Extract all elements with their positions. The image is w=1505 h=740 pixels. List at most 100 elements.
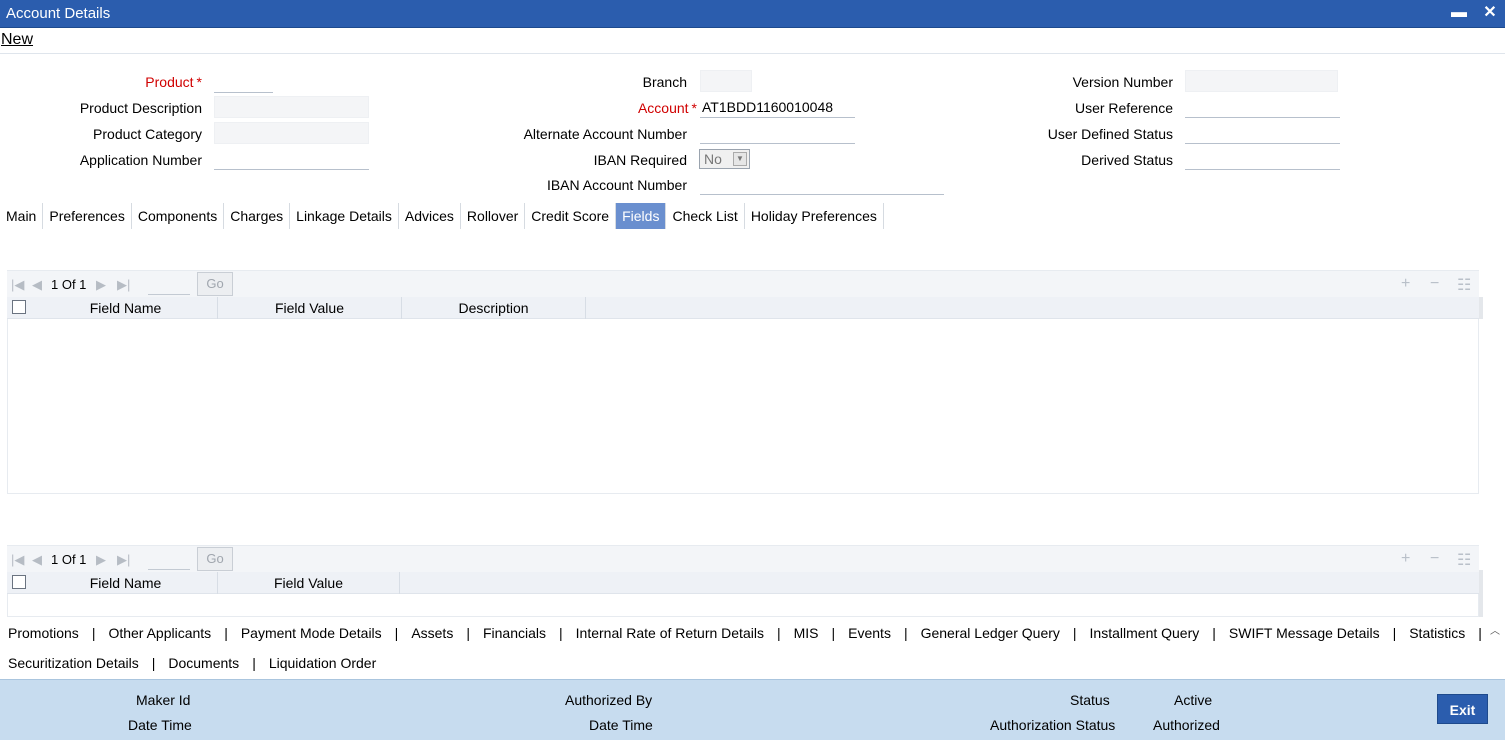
tab-preferences[interactable]: Preferences (43, 203, 132, 229)
link-installment-query[interactable]: Installment Query (1090, 625, 1200, 641)
link-promotions[interactable]: Promotions (8, 625, 79, 641)
delete-row-icon[interactable]: − (1430, 275, 1439, 293)
iban-required-value: No (704, 151, 722, 167)
chevron-down-icon[interactable]: ▼ (733, 152, 747, 166)
page-number-input[interactable] (148, 550, 190, 570)
branch-field (700, 70, 752, 92)
alternate-account-number-label: Alternate Account Number (523, 126, 687, 142)
link-events[interactable]: Events (848, 625, 891, 641)
field-values-grid-pager: |◀ ◀ 1 Of 1 ▶ ▶| Go + − ☷ (7, 546, 1479, 572)
go-button[interactable]: Go (197, 547, 233, 571)
tab-components[interactable]: Components (132, 203, 225, 229)
link-swift-message-details[interactable]: SWIFT Message Details (1229, 625, 1380, 641)
last-page-icon[interactable]: ▶| (117, 552, 130, 568)
link-financials[interactable]: Financials (483, 625, 546, 641)
derived-status-label: Derived Status (1081, 152, 1173, 168)
last-page-icon[interactable]: ▶| (117, 277, 130, 293)
user-defined-status-field[interactable] (1185, 122, 1340, 144)
authorization-status-label: Authorization Status (990, 717, 1116, 733)
product-label: Product * (145, 74, 202, 90)
tab-check-list[interactable]: Check List (666, 203, 745, 229)
minimize-icon[interactable]: ▬ (1449, 3, 1469, 23)
link-securitization-details[interactable]: Securitization Details (8, 655, 139, 671)
product-field[interactable] (214, 71, 273, 93)
new-button[interactable]: New (1, 31, 33, 49)
iban-required-label: IBAN Required (593, 152, 687, 168)
link-other-applicants[interactable]: Other Applicants (108, 625, 211, 641)
window-title: Account Details (6, 5, 111, 22)
view-single-icon[interactable]: ☷ (1457, 275, 1471, 295)
view-single-icon[interactable]: ☷ (1457, 550, 1471, 570)
close-icon[interactable]: ✕ (1480, 3, 1500, 23)
tab-linkage-details[interactable]: Linkage Details (290, 203, 399, 229)
column-field-value: Field Value (218, 297, 402, 319)
tab-rollover[interactable]: Rollover (461, 203, 526, 229)
link-internal-rate-of-return-details[interactable]: Internal Rate of Return Details (576, 625, 764, 641)
first-page-icon[interactable]: |◀ (11, 277, 24, 293)
subsystem-links-row-1: Promotions | Other Applicants | Payment Mode… (8, 625, 1482, 641)
product-category-label: Product Category (93, 126, 202, 142)
field-values-grid-scrollbar[interactable] (1479, 570, 1483, 617)
window-titlebar: Account Details ▬ ✕ (0, 0, 1505, 28)
link-liquidation-order[interactable]: Liquidation Order (269, 655, 376, 671)
select-all-checkbox[interactable] (12, 575, 26, 589)
application-number-field[interactable] (214, 148, 369, 170)
tab-advices[interactable]: Advices (399, 203, 461, 229)
tab-main[interactable]: Main (0, 203, 44, 229)
link-assets[interactable]: Assets (411, 625, 453, 641)
link-documents[interactable]: Documents (168, 655, 239, 671)
alternate-account-number-field[interactable] (700, 122, 855, 144)
page-indicator: 1 Of 1 (51, 277, 87, 292)
next-page-icon[interactable]: ▶ (96, 552, 106, 568)
status-value: Active (1174, 692, 1213, 708)
status-label: Status (1070, 692, 1110, 708)
column-field-name: Field Name (34, 297, 218, 319)
toolbar (0, 28, 1505, 54)
first-page-icon[interactable]: |◀ (11, 552, 24, 568)
derived-status-field[interactable] (1185, 148, 1340, 170)
delete-row-icon[interactable]: − (1430, 550, 1439, 568)
application-number-label: Application Number (79, 152, 202, 168)
previous-page-icon[interactable]: ◀ (32, 277, 42, 293)
tab-credit-score[interactable]: Credit Score (525, 203, 617, 229)
audit-status-bar: Maker Id Date Time Authorized By Date Ti… (0, 679, 1505, 740)
branch-label: Branch (642, 74, 687, 90)
go-button[interactable]: Go (197, 272, 233, 296)
user-reference-label: User Reference (1074, 100, 1173, 116)
iban-required-select[interactable]: No ▼ (699, 149, 750, 169)
date-time-label: Date Time (128, 717, 192, 733)
field-values-grid-header: Field Name Field Value (7, 572, 1479, 594)
tab-fields[interactable]: Fields (616, 203, 667, 229)
select-all-checkbox[interactable] (12, 300, 26, 314)
product-category-field (214, 122, 369, 144)
tab-bar: Main Preferences Components Charges Link… (0, 203, 884, 229)
link-general-ledger-query[interactable]: General Ledger Query (921, 625, 1060, 641)
account-field[interactable]: AT1BDD1160010048 (700, 96, 855, 118)
version-number-field (1185, 70, 1338, 92)
iban-account-number-label: IBAN Account Number (546, 177, 687, 193)
add-row-icon[interactable]: + (1401, 550, 1410, 568)
link-payment-mode-details[interactable]: Payment Mode Details (241, 625, 382, 641)
product-description-label: Product Description (79, 100, 202, 116)
previous-page-icon[interactable]: ◀ (32, 552, 42, 568)
page-number-input[interactable] (148, 275, 190, 295)
tab-holiday-preferences[interactable]: Holiday Preferences (745, 203, 884, 229)
link-mis[interactable]: MIS (794, 625, 819, 641)
exit-button[interactable]: Exit (1437, 694, 1488, 724)
link-statistics[interactable]: Statistics (1409, 625, 1465, 641)
user-reference-field[interactable] (1185, 96, 1340, 118)
authorized-by-label: Authorized By (565, 692, 653, 708)
add-row-icon[interactable]: + (1401, 275, 1410, 293)
maker-id-label: Maker Id (136, 692, 191, 708)
fields-grid-scrollbar[interactable] (1479, 297, 1483, 319)
iban-account-number-field[interactable] (700, 173, 944, 195)
column-field-name: Field Name (34, 572, 218, 594)
tab-charges[interactable]: Charges (224, 203, 291, 229)
version-number-label: Version Number (1072, 74, 1173, 90)
user-defined-status-label: User Defined Status (1047, 126, 1173, 142)
product-description-field (214, 96, 369, 118)
fields-grid-header: Field Name Field Value Description (7, 297, 1479, 319)
chevron-up-icon[interactable]: ︿ (1490, 622, 1500, 637)
column-description: Description (402, 297, 586, 319)
next-page-icon[interactable]: ▶ (96, 277, 106, 293)
